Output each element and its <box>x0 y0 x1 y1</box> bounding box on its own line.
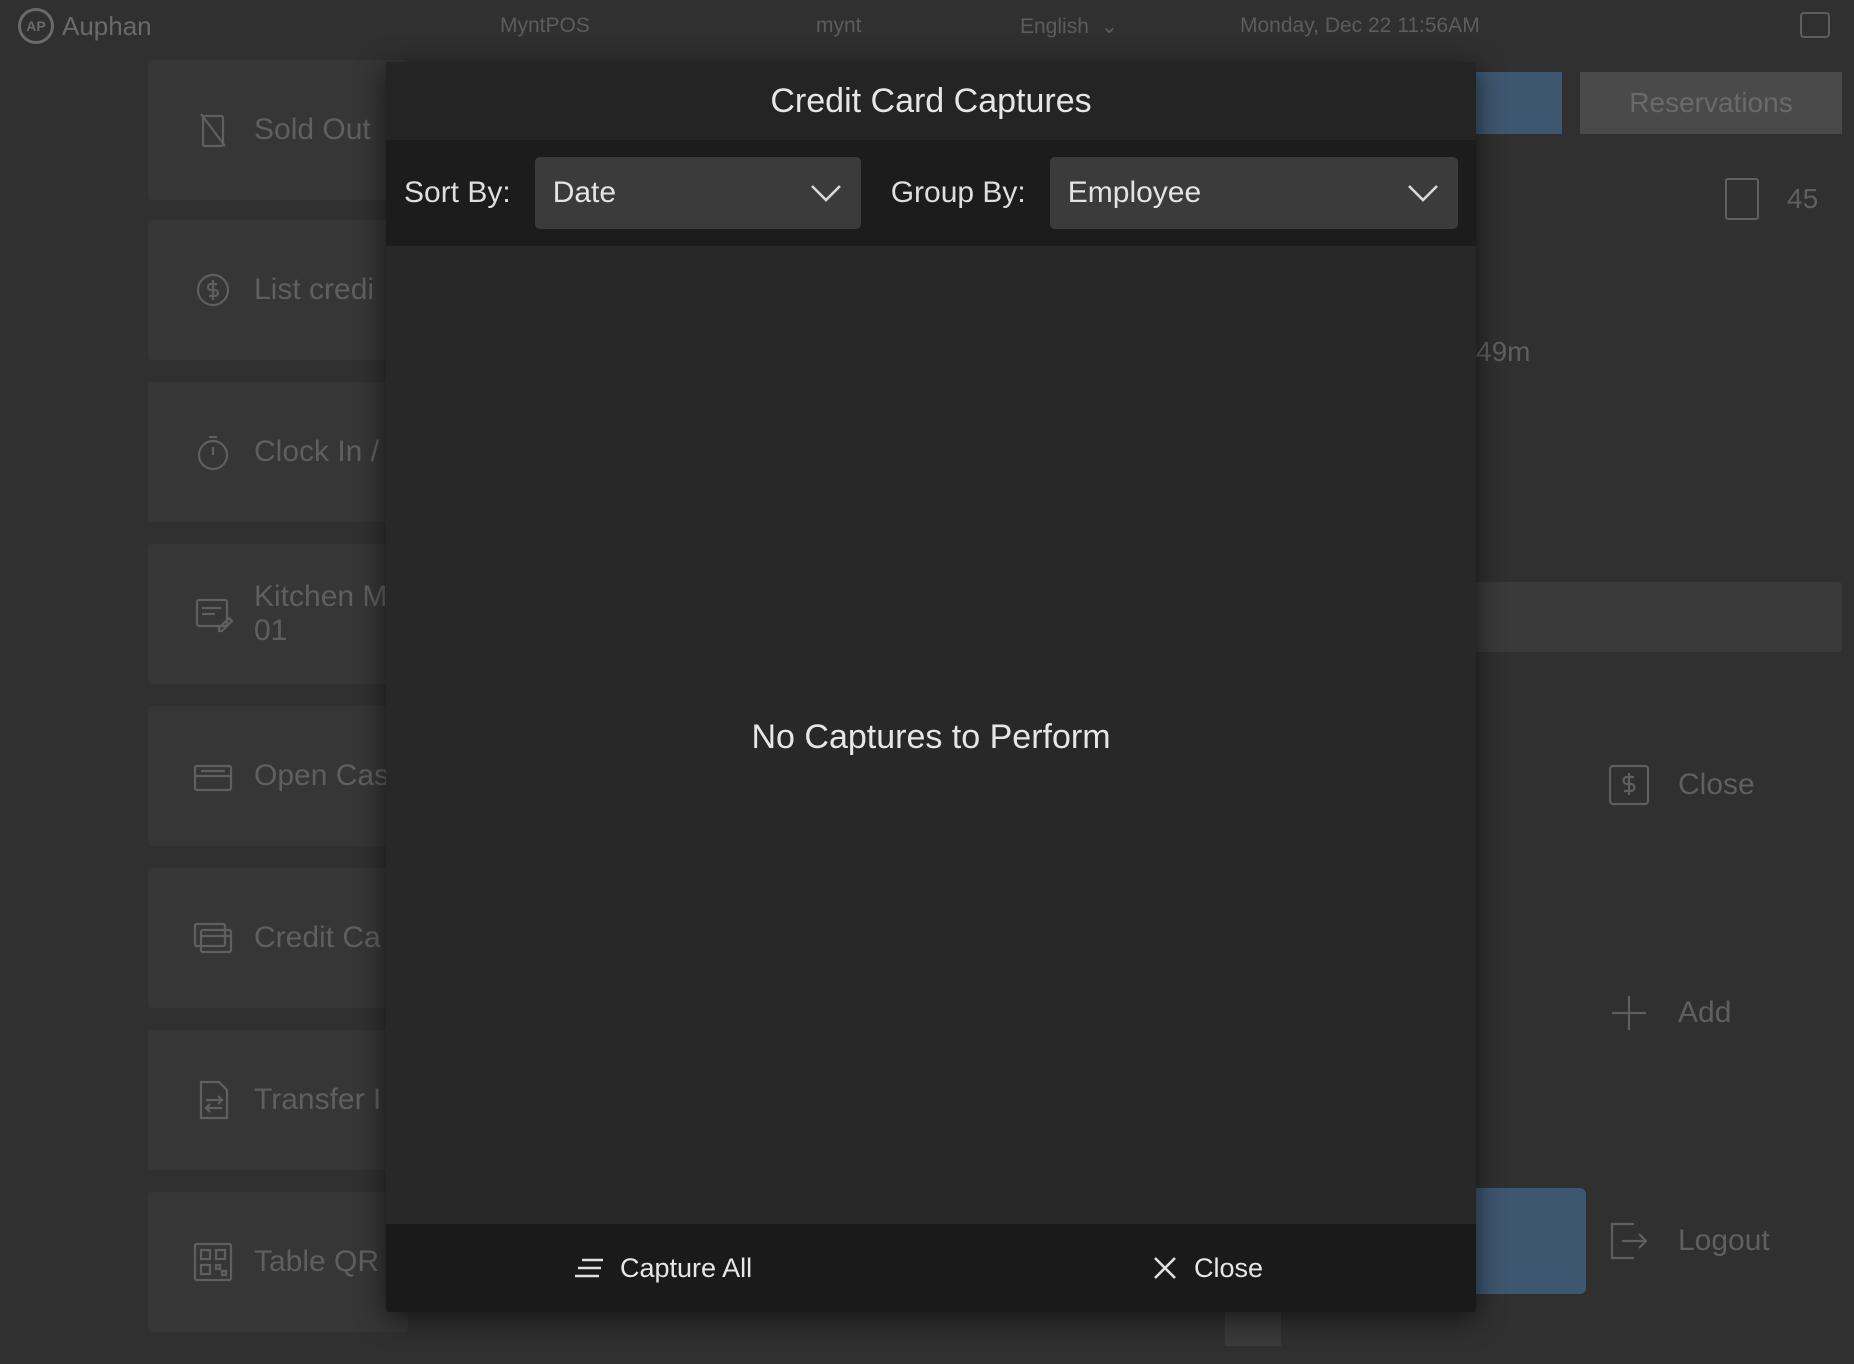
left-menu: Sold Out List credi Clock In / Kitchen M… <box>148 60 408 1350</box>
chevron-down-icon <box>1407 185 1438 202</box>
menu-item-kitchen[interactable]: Kitchen M 01 <box>148 544 408 684</box>
logo-mark-icon: AP <box>18 8 54 44</box>
menu-item-label: Kitchen M <box>254 580 388 613</box>
menu-item-open-cash[interactable]: Open Cas <box>148 706 408 846</box>
add-label: Add <box>1678 996 1732 1029</box>
order-count: 45 <box>1725 178 1818 220</box>
captures-list: No Captures to Perform <box>386 246 1476 1224</box>
menu-item-sold-out[interactable]: Sold Out <box>148 60 408 200</box>
empty-state-message: No Captures to Perform <box>751 718 1111 756</box>
brand-logo: AP Auphan <box>18 8 152 44</box>
sort-by-dropdown[interactable]: Date <box>534 157 861 229</box>
datetime: Monday, Dec 22 11:56AM <box>1240 14 1480 37</box>
group-by-value: Employee <box>1067 176 1202 209</box>
sort-by-label: Sort By: <box>404 176 511 209</box>
brand-name: Auphan <box>62 10 152 41</box>
menu-item-list-credit[interactable]: List credi <box>148 220 408 360</box>
primary-action-button[interactable] <box>1470 1188 1586 1294</box>
menu-item-clock-in[interactable]: Clock In / <box>148 382 408 522</box>
close-button[interactable]: Close <box>1152 1224 1263 1312</box>
close-label: Close <box>1194 1252 1264 1283</box>
group-by-label: Group By: <box>890 176 1026 209</box>
menu-item-label: Credit Ca <box>254 921 381 954</box>
dialog-title: Credit Card Captures <box>770 81 1092 120</box>
transfer-doc-icon <box>190 1077 236 1123</box>
chat-icon[interactable] <box>1800 12 1830 38</box>
menu-item-label: Transfer I <box>254 1083 382 1116</box>
logout-label: Logout <box>1678 1224 1770 1257</box>
chevron-down-icon: ⌄ <box>1094 15 1119 38</box>
add-button[interactable]: Add <box>1606 990 1731 1036</box>
primary-tab-button[interactable] <box>1470 72 1562 134</box>
reservations-button[interactable]: Reservations <box>1580 72 1842 134</box>
menu-item-label: List credi <box>254 273 375 306</box>
document-icon <box>1725 178 1759 220</box>
stopwatch-icon <box>190 429 236 475</box>
user-name[interactable]: mynt <box>816 14 862 38</box>
close-register-label: Close <box>1678 768 1755 801</box>
credit-list-icon <box>190 267 236 313</box>
credit-card-icon <box>190 915 236 961</box>
menu-item-label: Open Cas <box>254 759 390 792</box>
count-value: 45 <box>1787 183 1819 214</box>
store-name: MyntPOS <box>500 14 590 37</box>
plus-icon <box>1612 996 1646 1030</box>
dollar-box-icon <box>1608 764 1650 806</box>
menu-item-sublabel: 01 <box>254 614 288 647</box>
menu-item-transfer[interactable]: Transfer I <box>148 1030 408 1170</box>
qr-code-icon <box>190 1239 236 1285</box>
status-bar <box>1470 582 1842 652</box>
chevron-down-icon <box>810 185 841 202</box>
language-select[interactable]: English ⌄ <box>1020 14 1118 39</box>
credit-card-captures-dialog: Credit Card Captures Sort By: Date Group… <box>386 62 1476 1312</box>
logout-icon <box>1610 1222 1648 1260</box>
kitchen-note-icon <box>190 591 236 637</box>
sold-out-icon <box>190 107 236 153</box>
dialog-footer: Capture All Close <box>386 1224 1476 1312</box>
menu-item-text: Kitchen M 01 <box>254 580 387 648</box>
bottom-handle[interactable] <box>1225 1312 1281 1346</box>
capture-all-label: Capture All <box>620 1252 753 1283</box>
menu-item-label: Clock In / <box>254 435 380 468</box>
cash-drawer-icon <box>190 753 236 799</box>
top-bar: AP Auphan MyntPOS mynt English ⌄ Monday,… <box>0 0 1854 52</box>
sort-by-value: Date <box>552 176 617 209</box>
language-value: English <box>1020 15 1089 38</box>
elapsed-time: 49m <box>1476 336 1531 367</box>
menu-item-table-qr[interactable]: Table QR <box>148 1192 408 1332</box>
menu-item-label: Sold Out <box>254 113 371 146</box>
capture-all-button[interactable]: Capture All <box>574 1224 752 1312</box>
dialog-header: Credit Card Captures <box>386 62 1476 140</box>
group-by-dropdown[interactable]: Employee <box>1049 157 1458 229</box>
menu-item-credit-card[interactable]: Credit Ca <box>148 868 408 1008</box>
menu-item-label: Table QR <box>254 1245 380 1278</box>
list-lines-icon <box>575 1258 603 1278</box>
logout-button[interactable]: Logout <box>1606 1218 1770 1264</box>
close-icon <box>1154 1257 1176 1279</box>
filter-bar: Sort By: Date Group By: Employee <box>386 140 1476 246</box>
close-register-button[interactable]: Close <box>1606 762 1755 808</box>
